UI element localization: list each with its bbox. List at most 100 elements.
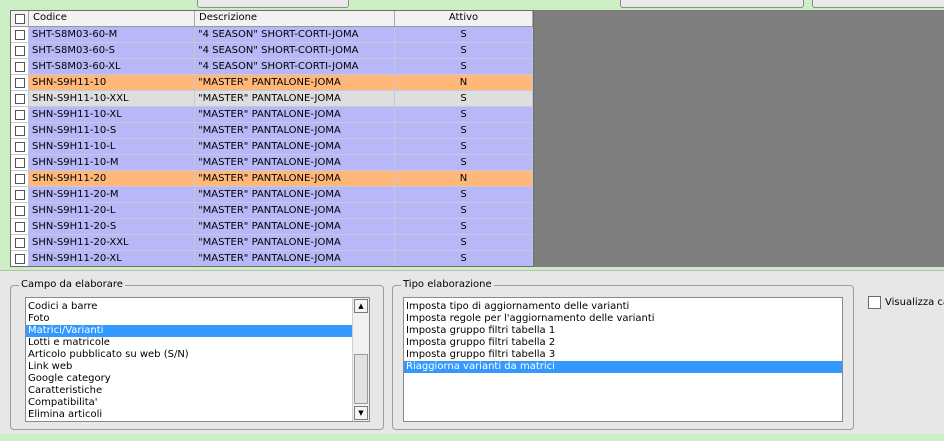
column-header-description[interactable]: Descrizione [195, 11, 395, 26]
row-select-cell [11, 123, 29, 138]
row-select-cell [11, 203, 29, 218]
list-item[interactable]: Elimina articoli [26, 409, 352, 421]
cell-code: SHT-S8M03-60-XL [29, 59, 195, 74]
row-checkbox[interactable] [14, 61, 25, 72]
table-row[interactable]: SHN-S9H11-10-L "MASTER" PANTALONE-JOMA S [11, 139, 533, 155]
scrollbar-thumb[interactable] [354, 354, 368, 404]
select-all-cell [11, 11, 29, 26]
column-header-active[interactable]: Attivo [395, 11, 533, 26]
table-row[interactable]: SHN-S9H11-20-XXL "MASTER" PANTALONE-JOMA S [11, 235, 533, 251]
table-row[interactable]: SHN-S9H11-20 "MASTER" PANTALONE-JOMA N [11, 171, 533, 187]
campo-scrollbar[interactable]: ▲ ▼ [352, 298, 369, 421]
cell-active: S [395, 139, 533, 154]
cell-description: "MASTER" PANTALONE-JOMA [195, 123, 395, 138]
column-header-code[interactable]: Codice [29, 11, 195, 26]
table-row[interactable]: SHN-S9H11-10-S "MASTER" PANTALONE-JOMA S [11, 123, 533, 139]
empty-workspace-area [534, 10, 944, 267]
table-row[interactable]: SHN-S9H11-20-M "MASTER" PANTALONE-JOMA S [11, 187, 533, 203]
row-checkbox[interactable] [14, 157, 25, 168]
cell-description: "MASTER" PANTALONE-JOMA [195, 203, 395, 218]
row-checkbox[interactable] [14, 141, 25, 152]
campo-listbox[interactable]: Codici a barre Foto Matrici/Varianti Lotti … [25, 297, 370, 422]
campo-group: Campo da elaborare Codici a barre Foto Mat… [10, 279, 384, 430]
cell-active: S [395, 203, 533, 218]
list-item[interactable]: Riaggiorna varianti da matrici [404, 361, 842, 373]
list-item[interactable]: Link web [26, 361, 352, 373]
list-item[interactable]: Google category [26, 373, 352, 385]
row-select-cell [11, 235, 29, 250]
table-row[interactable]: SHN-S9H11-20-S "MASTER" PANTALONE-JOMA S [11, 219, 533, 235]
list-item[interactable]: Codici a barre [26, 301, 352, 313]
table-row[interactable]: SHT-S8M03-60-M "4 SEASON" SHORT-CORTI-JOM… [11, 27, 533, 43]
cell-code: SHN-S9H11-20-S [29, 219, 195, 234]
list-item[interactable]: Foto [26, 313, 352, 325]
list-item[interactable]: Caratteristiche [26, 385, 352, 397]
grid-body: SHT-S8M03-60-M "4 SEASON" SHORT-CORTI-JOM… [11, 27, 533, 266]
cell-description: "MASTER" PANTALONE-JOMA [195, 155, 395, 170]
row-select-cell [11, 171, 29, 186]
table-row[interactable]: SHT-S8M03-60-XL "4 SEASON" SHORT-CORTI-JO… [11, 59, 533, 75]
list-item[interactable]: Imposta gruppo filtri tabella 3 [404, 349, 842, 361]
table-row[interactable]: SHN-S9H11-10-XXL "MASTER" PANTALONE-JOMA S [11, 91, 533, 107]
row-checkbox[interactable] [14, 205, 25, 216]
row-select-cell [11, 187, 29, 202]
cell-code: SHN-S9H11-10-XXL [29, 91, 195, 106]
cell-description: "MASTER" PANTALONE-JOMA [195, 251, 395, 266]
arrow-down-icon[interactable]: ▼ [354, 406, 368, 420]
cell-code: SHN-S9H11-20-XXL [29, 235, 195, 250]
table-row[interactable]: SHN-S9H11-20-L "MASTER" PANTALONE-JOMA S [11, 203, 533, 219]
row-checkbox[interactable] [14, 77, 25, 88]
table-row[interactable]: SHN-S9H11-10-M "MASTER" PANTALONE-JOMA S [11, 155, 533, 171]
row-checkbox[interactable] [14, 45, 25, 56]
processing-options-panel: Campo da elaborare Codici a barre Foto Mat… [0, 270, 944, 435]
row-checkbox[interactable] [14, 173, 25, 184]
row-checkbox[interactable] [14, 253, 25, 264]
row-checkbox[interactable] [14, 109, 25, 120]
row-checkbox[interactable] [14, 93, 25, 104]
row-checkbox[interactable] [14, 29, 25, 40]
list-item[interactable]: Imposta gruppo filtri tabella 1 [404, 325, 842, 337]
list-item[interactable]: Lotti e matricole [26, 337, 352, 349]
visualizza-option[interactable]: Visualizza cam [868, 296, 944, 309]
cell-description: "MASTER" PANTALONE-JOMA [195, 187, 395, 202]
row-select-cell [11, 219, 29, 234]
cell-code: SHN-S9H11-10-M [29, 155, 195, 170]
toolbar-button-2[interactable] [620, 0, 804, 8]
row-checkbox[interactable] [14, 221, 25, 232]
select-all-checkbox[interactable] [14, 13, 25, 24]
table-row[interactable]: SHT-S8M03-60-S "4 SEASON" SHORT-CORTI-JOM… [11, 43, 533, 59]
list-item[interactable]: Imposta tipo di aggiornamento delle vari… [404, 301, 842, 313]
cell-code: SHN-S9H11-10 [29, 75, 195, 90]
row-checkbox[interactable] [14, 125, 25, 136]
row-select-cell [11, 155, 29, 170]
cell-code: SHT-S8M03-60-S [29, 43, 195, 58]
arrow-up-icon[interactable]: ▲ [354, 299, 368, 313]
campo-legend: Campo da elaborare [19, 279, 125, 291]
visualizza-checkbox[interactable] [868, 296, 881, 309]
row-checkbox[interactable] [14, 237, 25, 248]
toolbar-button-1[interactable] [197, 0, 349, 8]
row-select-cell [11, 91, 29, 106]
toolbar-button-3[interactable] [812, 0, 944, 8]
list-item[interactable]: Imposta gruppo filtri tabella 2 [404, 337, 842, 349]
row-select-cell [11, 107, 29, 122]
list-item[interactable]: Imposta regole per l'aggiornamento delle… [404, 313, 842, 325]
table-row[interactable]: SHN-S9H11-10-XL "MASTER" PANTALONE-JOMA S [11, 107, 533, 123]
list-item[interactable]: Articolo pubblicato su web (S/N) [26, 349, 352, 361]
list-item[interactable]: Compatibilita' [26, 397, 352, 409]
cell-active: S [395, 219, 533, 234]
cell-description: "4 SEASON" SHORT-CORTI-JOMA [195, 27, 395, 42]
table-row[interactable]: SHN-S9H11-20-XL "MASTER" PANTALONE-JOMA S [11, 251, 533, 266]
tipo-listbox[interactable]: Imposta tipo di aggiornamento delle vari… [403, 297, 843, 422]
cell-active: S [395, 27, 533, 42]
cell-active: N [395, 75, 533, 90]
row-checkbox[interactable] [14, 189, 25, 200]
cell-active: S [395, 251, 533, 266]
cell-code: SHN-S9H11-20-M [29, 187, 195, 202]
cell-code: SHT-S8M03-60-M [29, 27, 195, 42]
cell-code: SHN-S9H11-10-S [29, 123, 195, 138]
list-item[interactable]: Matrici/Varianti [26, 325, 352, 337]
table-row[interactable]: SHN-S9H11-10 "MASTER" PANTALONE-JOMA N [11, 75, 533, 91]
cell-code: SHN-S9H11-20-XL [29, 251, 195, 266]
cell-description: "MASTER" PANTALONE-JOMA [195, 139, 395, 154]
